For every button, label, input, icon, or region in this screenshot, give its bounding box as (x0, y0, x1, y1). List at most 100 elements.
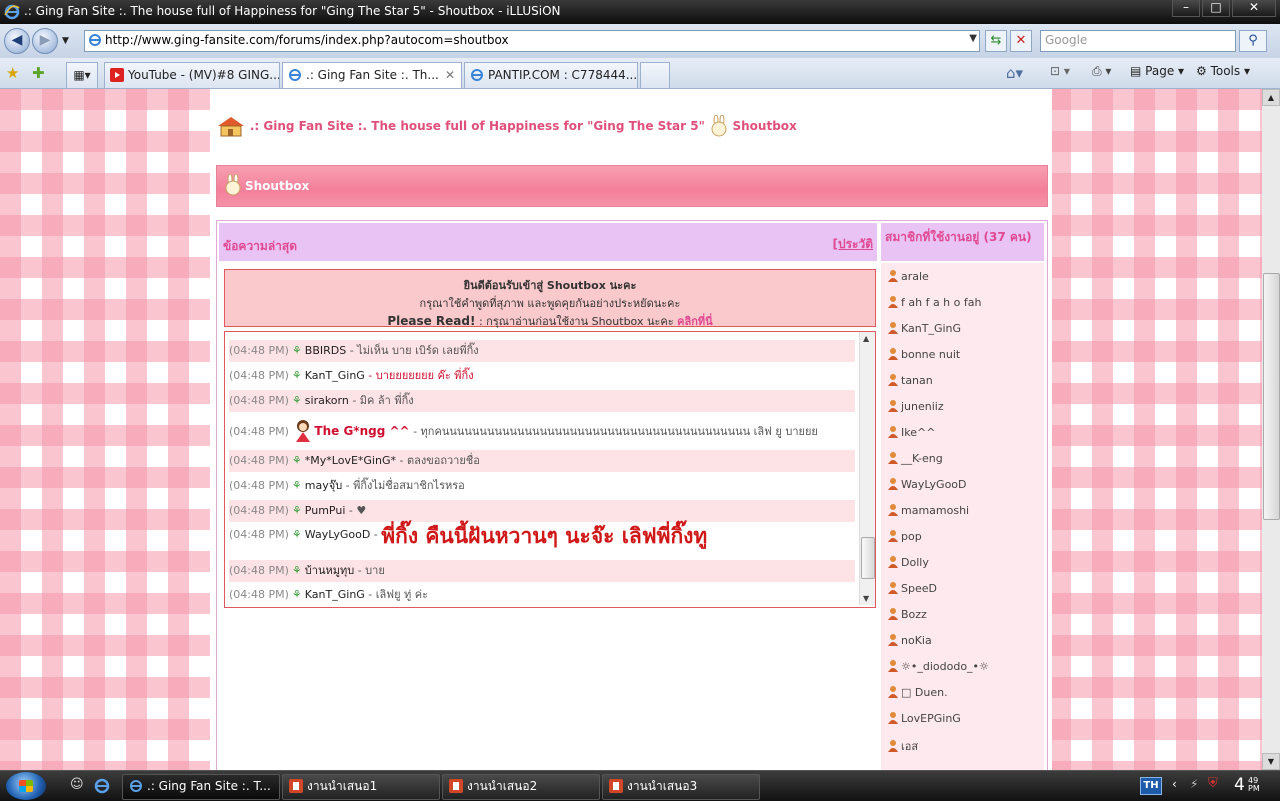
member-item[interactable]: mamamoshi (887, 503, 969, 517)
stop-button[interactable]: ✕ (1010, 30, 1032, 52)
shout-author[interactable]: KanT_GinG (305, 369, 365, 382)
page-menu[interactable]: ▤ Page ▾ (1130, 64, 1184, 78)
ie-quicklaunch-icon[interactable] (94, 778, 110, 794)
shout-author[interactable]: บ้านหมูทุบ (305, 564, 354, 577)
member-item[interactable]: Dolly (887, 555, 929, 569)
headline-section[interactable]: Shoutbox (732, 119, 796, 133)
banner-title: Shoutbox (245, 179, 310, 193)
shout-row: (04:48 PM) ⚘ *My*LovE*GinG* - ตลงขอถวายชื่… (229, 450, 855, 472)
taskbar-item-ie[interactable]: .: Ging Fan Site :. T... (122, 774, 280, 800)
messenger-icon[interactable]: ☺ (70, 777, 84, 792)
shout-author[interactable]: BBIRDS (305, 344, 346, 357)
house-icon (218, 117, 244, 137)
user-icon (888, 608, 898, 620)
member-item[interactable]: LovEPGinG (887, 711, 961, 725)
taskbar-item-ppt3[interactable]: งานนำเสนอ3 (602, 774, 760, 800)
url-input[interactable] (105, 32, 955, 48)
scroll-up-icon[interactable]: ▲ (863, 334, 869, 343)
start-button[interactable] (6, 772, 46, 800)
user-icon (888, 296, 898, 308)
member-item[interactable]: ☼•_diododo_•☼ (887, 659, 989, 673)
rules-link[interactable]: คลิกที่นี่ (677, 315, 713, 328)
shout-author[interactable]: mayจุ๊บ (305, 479, 342, 492)
sprout-icon: ⚘ (291, 588, 302, 601)
member-item[interactable]: arale (887, 269, 929, 283)
sprout-icon: ⚘ (291, 564, 302, 577)
search-box[interactable] (1040, 30, 1236, 52)
shout-scrollbar[interactable]: ▲ ▼ (859, 332, 875, 605)
member-item[interactable]: __K-eng (887, 451, 943, 465)
home-icon[interactable]: ⌂▾ (1006, 64, 1023, 82)
favorites-star-icon[interactable]: ★ (6, 64, 19, 82)
tools-menu[interactable]: ⚙ Tools ▾ (1196, 64, 1250, 78)
search-icon: ⚲ (1248, 33, 1258, 48)
member-item[interactable]: KanT_GinG (887, 321, 961, 335)
shout-author[interactable]: The G*ngg ^^ (314, 424, 409, 438)
member-item[interactable]: noKia (887, 633, 932, 647)
tab-youtube[interactable]: YouTube - (MV)#8 GING... (104, 62, 280, 88)
address-dropdown-icon[interactable]: ▼ (969, 33, 977, 44)
member-item[interactable]: เอส (887, 737, 918, 755)
page-scroll-up-icon[interactable]: ▲ (1262, 89, 1280, 106)
minimize-button[interactable]: – (1172, 0, 1200, 17)
new-tab-button[interactable] (640, 62, 670, 88)
member-item[interactable]: tanan (887, 373, 933, 387)
shout-scroll-thumb[interactable] (861, 537, 875, 579)
maximize-button[interactable]: □ (1202, 0, 1230, 17)
member-item[interactable]: pop (887, 529, 922, 543)
shout-author[interactable]: KanT_GinG (305, 588, 365, 601)
back-button[interactable]: ◀ (4, 28, 30, 54)
member-item[interactable]: SpeeD (887, 581, 937, 595)
member-item[interactable]: WayLyGooD (887, 477, 967, 491)
network-icon[interactable]: ⚡ (1190, 777, 1198, 791)
shout-author[interactable]: sirakorn (305, 394, 349, 407)
recent-pages-dropdown[interactable]: ▼ (62, 36, 69, 46)
tab-pantip[interactable]: PANTIP.COM : C778444... (464, 62, 638, 88)
user-icon (888, 426, 898, 438)
member-item[interactable]: □ Duen. (887, 685, 948, 699)
welcome-line-3: Please Read! : กรุณาอ่านก่อนใช้งาน Shout… (387, 314, 713, 328)
tab-ging-fansite[interactable]: .: Ging Fan Site :. Th... ✕ (282, 62, 462, 88)
shout-author[interactable]: PumPui (305, 504, 346, 517)
sprout-icon: ⚘ (291, 479, 302, 492)
member-item[interactable]: f ah f a h o fah (887, 295, 981, 309)
shout-row: (04:48 PM) ⚘ BBIRDS - ไม่เห็น บาย เบิร์ด เ… (229, 340, 855, 362)
welcome-line-1: ยินดีต้อนรับเข้าสู่ Shoutbox นะคะ (463, 279, 637, 292)
ie-icon (4, 4, 20, 20)
search-input[interactable] (1041, 31, 1235, 49)
tab-close-icon[interactable]: ✕ (445, 63, 455, 87)
shout-author[interactable]: WayLyGooD (305, 528, 371, 541)
tray-expand-icon[interactable]: ‹ (1172, 777, 1177, 791)
search-button[interactable]: ⚲ (1239, 30, 1267, 52)
quick-tabs-button[interactable]: ▦▾ (66, 62, 98, 88)
print-icon[interactable]: ⎙ ▾ (1092, 64, 1111, 79)
language-indicator[interactable]: TH (1140, 777, 1162, 795)
taskbar-item-ppt2[interactable]: งานนำเสนอ2 (442, 774, 600, 800)
member-item[interactable]: bonne nuit (887, 347, 960, 361)
clock[interactable]: 4 49 PM (1234, 775, 1278, 795)
scroll-down-icon[interactable]: ▼ (863, 594, 869, 603)
window-title: .: Ging Fan Site :. The house full of Ha… (24, 4, 561, 18)
feeds-icon[interactable]: ⊡ ▾ (1050, 64, 1070, 78)
page-scroll-thumb[interactable] (1263, 273, 1280, 520)
member-item[interactable]: juneniiz (887, 399, 944, 413)
page-scroll-down-icon[interactable]: ▼ (1262, 753, 1280, 770)
ie-page-icon (471, 69, 483, 81)
history-link[interactable]: [ประวัติ (832, 235, 873, 254)
address-toolbar: ◀ ▶ ▼ ▼ ⇆ ✕ ⚲ (0, 24, 1280, 58)
member-item[interactable]: Bozz (887, 607, 927, 621)
user-icon (888, 582, 898, 594)
sprout-icon: ⚘ (291, 504, 302, 517)
page-scrollbar[interactable]: ▲ ▼ (1262, 89, 1280, 770)
address-bar[interactable]: ▼ (84, 30, 980, 52)
shout-author[interactable]: *My*LovE*GinG* (305, 454, 396, 467)
refresh-button[interactable]: ⇆ (985, 30, 1007, 52)
add-favorites-icon[interactable]: ✚ (32, 64, 45, 82)
shout-row: (04:48 PM) ⚘ WayLyGooD - พี่กิ๊ง คืนนี้ฝัน… (229, 524, 708, 548)
headline-site-link[interactable]: .: Ging Fan Site :. The house full of Ha… (250, 119, 705, 133)
security-shield-icon[interactable]: ⛨ (1208, 776, 1218, 791)
taskbar-item-ppt1[interactable]: งานนำเสนอ1 (282, 774, 440, 800)
member-item[interactable]: Ike^^ (887, 425, 935, 439)
close-button[interactable]: ✕ (1232, 0, 1276, 17)
forward-button[interactable]: ▶ (32, 28, 58, 54)
